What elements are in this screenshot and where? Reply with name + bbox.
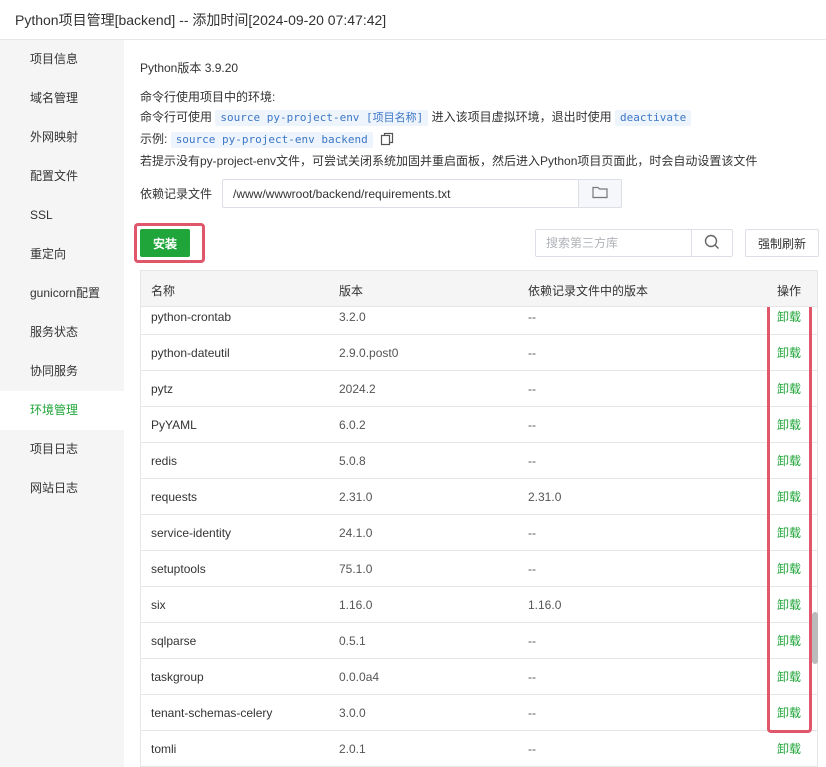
table-body: python-crontab 3.2.0 -- 卸载 python-dateutil 2.…	[141, 307, 817, 767]
install-button[interactable]: 安装	[140, 229, 190, 257]
sidebar-item[interactable]: 协同服务	[0, 352, 124, 391]
table-header: 名称 版本 依赖记录文件中的版本 操作	[141, 271, 817, 307]
package-req-version: --	[528, 562, 536, 576]
package-req-version: --	[528, 706, 536, 720]
sidebar-item[interactable]: 重定向	[0, 235, 124, 274]
example-line: 示例: source py-project-env backend	[140, 130, 394, 148]
cmd-prefix: 命令行可使用	[140, 110, 213, 124]
table-row: setuptools 75.1.0 -- 卸载	[141, 551, 817, 587]
window-title: Python项目管理[backend] -- 添加时间[2024-09-20 0…	[15, 12, 387, 28]
package-version: 2024.2	[339, 382, 376, 396]
requirements-path-input[interactable]	[222, 179, 579, 208]
package-table: 名称 版本 依赖记录文件中的版本 操作 python-crontab 3.2.0 -…	[140, 270, 818, 767]
sidebar-item[interactable]: 项目信息	[0, 40, 124, 79]
header-action: 操作	[777, 284, 802, 298]
package-name: tenant-schemas-celery	[151, 706, 273, 720]
copy-icon[interactable]	[380, 132, 394, 146]
search-input[interactable]	[535, 229, 692, 257]
package-name: setuptools	[151, 562, 206, 576]
table-row: pytz 2024.2 -- 卸载	[141, 371, 817, 407]
package-name: redis	[151, 454, 178, 468]
package-version: 3.2.0	[339, 310, 366, 324]
package-version: 75.1.0	[339, 562, 373, 576]
sidebar-item[interactable]: 服务状态	[0, 313, 124, 352]
sidebar-item[interactable]: 环境管理	[0, 391, 124, 430]
table-row: sqlparse 0.5.1 -- 卸载	[141, 623, 817, 659]
package-req-version: --	[528, 634, 536, 648]
sidebar-item[interactable]: 网站日志	[0, 469, 124, 508]
table-row: six 1.16.0 1.16.0 卸载	[141, 587, 817, 623]
header-name: 名称	[151, 284, 176, 298]
requirements-label: 依赖记录文件	[140, 187, 213, 201]
package-req-version: 1.16.0	[528, 598, 562, 612]
package-req-version: --	[528, 346, 536, 360]
package-name: sqlparse	[151, 634, 197, 648]
cmd-heading: 命令行使用项目中的环境:	[140, 90, 276, 104]
env-management-panel: Python版本 3.9.20 命令行使用项目中的环境: 命令行可使用 sour…	[124, 40, 826, 767]
action-column-highlight	[767, 274, 812, 733]
window-titlebar: Python项目管理[backend] -- 添加时间[2024-09-20 0…	[0, 0, 826, 40]
cmd-usage-line: 命令行可使用 source py-project-env [项目名称] 进入该项…	[140, 108, 692, 126]
header-version: 版本	[339, 284, 364, 298]
python-version: Python版本 3.9.20	[140, 61, 239, 75]
package-version: 0.0.0a4	[339, 670, 380, 684]
package-name: python-crontab	[151, 310, 232, 324]
package-version: 0.5.1	[339, 634, 366, 648]
cmd-code: source py-project-env [项目名称]	[215, 110, 429, 126]
package-name: six	[151, 598, 166, 612]
hint-text: 若提示没有py-project-env文件，可尝试关闭系统加固并重启面板，然后进…	[140, 154, 758, 168]
table-row: taskgroup 0.0.0a4 -- 卸载	[141, 659, 817, 695]
package-req-version: --	[528, 454, 536, 468]
sidebar-item[interactable]: SSL	[0, 196, 124, 235]
table-row: redis 5.0.8 -- 卸载	[141, 443, 817, 479]
table-row: requests 2.31.0 2.31.0 卸载	[141, 479, 817, 515]
table-row: tomli 2.0.1 -- 卸载	[141, 731, 817, 767]
select-file-button[interactable]	[578, 179, 622, 208]
package-version: 2.31.0	[339, 490, 373, 504]
example-code: source py-project-env backend	[170, 132, 373, 148]
search-icon	[704, 234, 720, 253]
sidebar-item[interactable]: 域名管理	[0, 79, 124, 118]
package-version: 24.1.0	[339, 526, 373, 540]
package-req-version: --	[528, 742, 536, 756]
package-version: 5.0.8	[339, 454, 366, 468]
package-name: taskgroup	[151, 670, 204, 684]
table-row: python-crontab 3.2.0 -- 卸载	[141, 307, 817, 335]
table-row: tenant-schemas-celery 3.0.0 -- 卸载	[141, 695, 817, 731]
sidebar: 项目信息 域名管理 外网映射 配置文件 SSL 重定向 gunicorn配置 服务状态 协同服务…	[0, 40, 124, 767]
example-label: 示例:	[140, 132, 168, 146]
header-req-version: 依赖记录文件中的版本	[528, 284, 649, 298]
package-version: 1.16.0	[339, 598, 373, 612]
uninstall-link[interactable]: 卸载	[777, 731, 801, 767]
package-name: PyYAML	[151, 418, 197, 432]
package-name: tomli	[151, 742, 177, 756]
package-name: pytz	[151, 382, 174, 396]
package-name: requests	[151, 490, 198, 504]
sidebar-item[interactable]: 项目日志	[0, 430, 124, 469]
sidebar-item[interactable]: gunicorn配置	[0, 274, 124, 313]
package-req-version: --	[528, 382, 536, 396]
scrollbar-thumb[interactable]	[812, 612, 818, 664]
deactivate-code: deactivate	[615, 110, 692, 126]
package-version: 6.0.2	[339, 418, 366, 432]
folder-icon	[592, 185, 608, 202]
package-version: 3.0.0	[339, 706, 366, 720]
package-req-version: --	[528, 526, 536, 540]
package-req-version: --	[528, 418, 536, 432]
table-row: PyYAML 6.0.2 -- 卸载	[141, 407, 817, 443]
sidebar-item[interactable]: 配置文件	[0, 157, 124, 196]
package-version: 2.9.0.post0	[339, 346, 399, 360]
package-version: 2.0.1	[339, 742, 366, 756]
package-req-version: --	[528, 310, 536, 324]
package-req-version: 2.31.0	[528, 490, 562, 504]
package-req-version: --	[528, 670, 536, 684]
cmd-middle: 进入该项目虚拟环境，退出时使用	[431, 110, 612, 124]
table-row: python-dateutil 2.9.0.post0 -- 卸载	[141, 335, 817, 371]
table-row: service-identity 24.1.0 -- 卸载	[141, 515, 817, 551]
search-button[interactable]	[691, 229, 733, 257]
force-refresh-button[interactable]: 强制刷新	[745, 229, 819, 257]
package-name: python-dateutil	[151, 346, 230, 360]
package-name: service-identity	[151, 526, 232, 540]
sidebar-item[interactable]: 外网映射	[0, 118, 124, 157]
